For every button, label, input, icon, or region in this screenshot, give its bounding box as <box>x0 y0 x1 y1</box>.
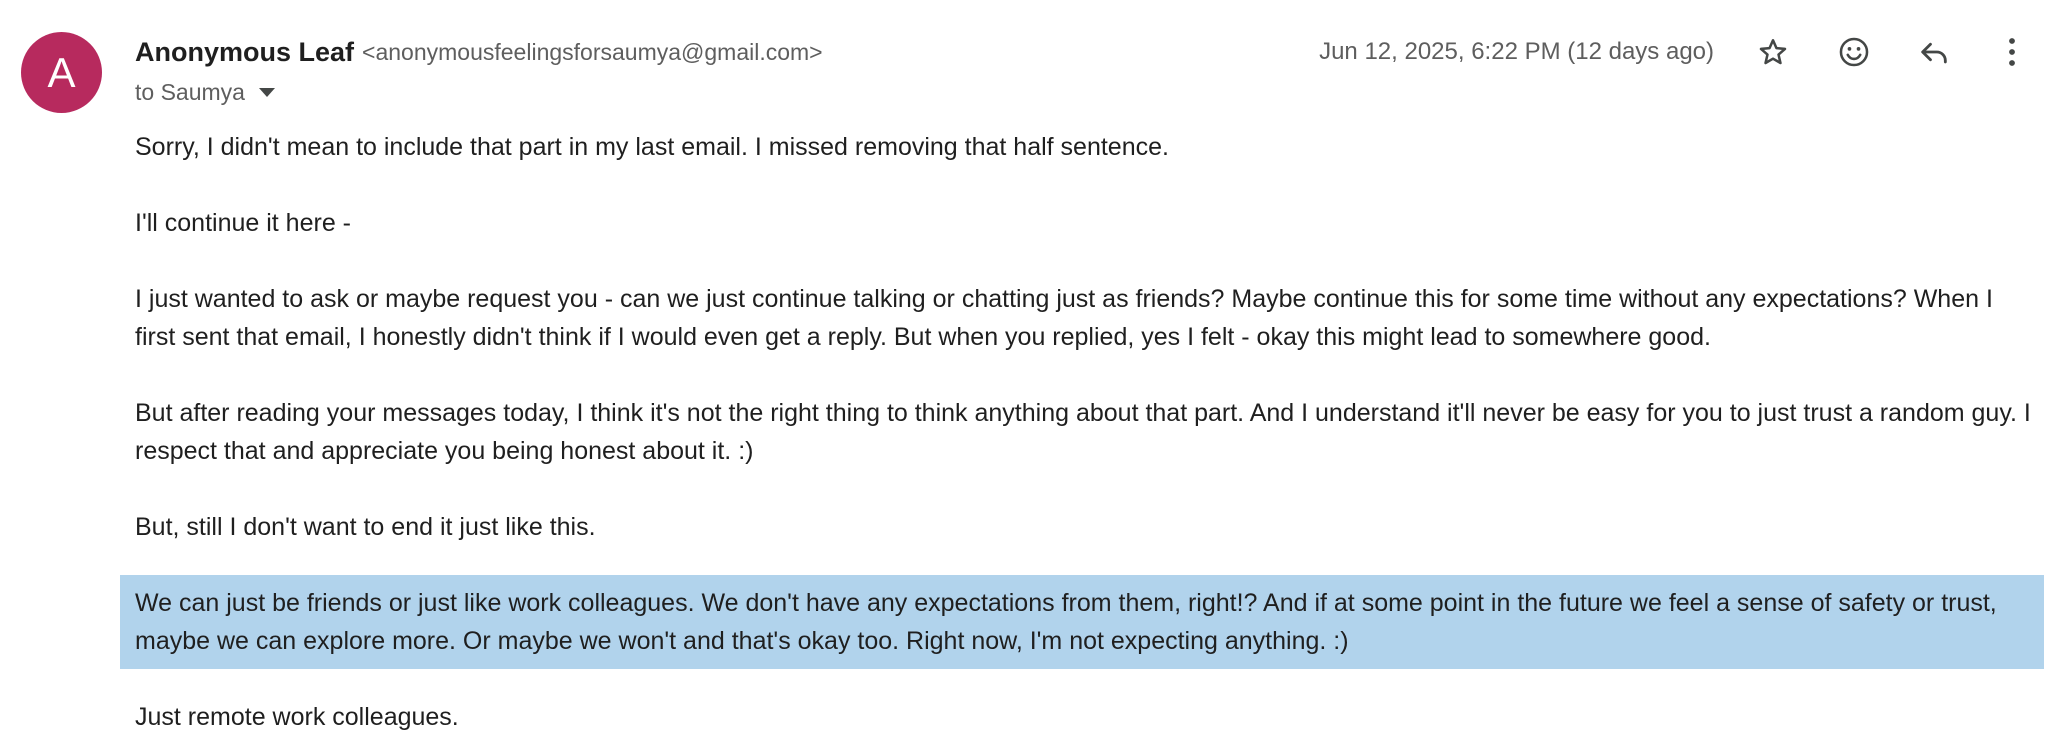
sender-header: Anonymous Leaf <anonymousfeelingsforsaum… <box>135 32 823 72</box>
email-date: Jun 12, 2025, 6:22 PM (12 days ago) <box>1319 38 1714 65</box>
reply-icon <box>1921 42 1947 64</box>
avatar[interactable]: A <box>21 32 102 113</box>
sender-name[interactable]: Anonymous Leaf <box>135 37 354 68</box>
add-reaction-button[interactable] <box>1832 30 1876 74</box>
more-options-button[interactable] <box>1990 30 2034 74</box>
reply-button[interactable] <box>1912 30 1956 74</box>
selected-paragraph[interactable]: We can just be friends or just like work… <box>120 575 2044 669</box>
body-paragraph: But after reading your messages today, I… <box>135 399 2031 465</box>
recipient-details-toggle[interactable]: to Saumya <box>135 74 275 110</box>
email-body: Sorry, I didn't mean to include that par… <box>120 128 2044 756</box>
body-paragraph: But, still I don't want to end it just l… <box>135 513 596 541</box>
body-paragraph: I'll continue it here - <box>135 209 351 237</box>
chevron-down-icon[interactable] <box>258 87 275 97</box>
recipient-label: to Saumya <box>135 78 245 105</box>
star-icon <box>1759 39 1787 65</box>
star-button[interactable] <box>1751 30 1795 74</box>
avatar-letter: A <box>47 48 76 96</box>
email-message: A Anonymous Leaf <anonymousfeelingsforsa… <box>0 0 2054 756</box>
body-paragraph: Just remote work colleagues. <box>135 703 459 731</box>
emoji-icon <box>1839 37 1869 67</box>
body-paragraph: I just wanted to ask or maybe request yo… <box>135 285 1993 351</box>
sender-email[interactable]: <anonymousfeelingsforsaumya@gmail.com> <box>362 39 823 66</box>
body-paragraph: Sorry, I didn't mean to include that par… <box>135 133 1169 161</box>
more-vert-icon <box>2009 38 2015 66</box>
